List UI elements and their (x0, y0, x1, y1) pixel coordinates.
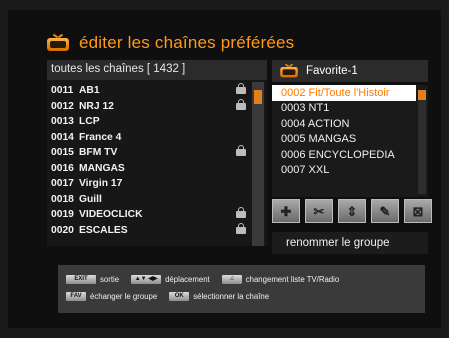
help-text: changement liste TV/Radio (245, 275, 340, 284)
scrollbar-thumb[interactable] (418, 90, 426, 100)
favorite-row[interactable]: 0007 XXL (272, 163, 416, 179)
all-channels-list: 0011 AB1 0012 NRJ 12 0013 LCP 0014 France 4 0015… (49, 83, 250, 238)
channel-number: 0017 (51, 178, 74, 190)
favorite-row-selected[interactable]: 0002 Fit/Toute l'Histoir (272, 85, 416, 101)
channel-name: France 4 (79, 131, 122, 143)
remote-key-icon: EXIT (66, 275, 96, 284)
help-text: échanger le groupe (90, 292, 158, 301)
channel-row[interactable]: 0014 France 4 (49, 130, 250, 146)
channel-name: BFM TV (79, 147, 118, 159)
delete-channel-button[interactable]: ⊠ (404, 199, 432, 223)
lock-icon (236, 98, 246, 110)
help-line-1: EXIT sortie ▲▼ ◀▶ déplacement ♫ changement li… (66, 275, 339, 284)
channel-row[interactable]: 0017 Virgin 17 (49, 176, 250, 192)
channel-number: 0019 (51, 209, 74, 221)
add-channel-icon: ✚ (280, 203, 292, 219)
lock-icon (236, 222, 246, 234)
rename-group-button[interactable]: renommer le groupe (272, 232, 428, 254)
favorites-toolbar: ✚ ✂ ⇕ ✎ ⊠ (272, 196, 432, 226)
remote-key-icon: ▲▼ ◀▶ (131, 275, 162, 284)
channel-number: 0013 (51, 116, 74, 128)
channel-number: 0012 (51, 100, 74, 112)
favorite-row[interactable]: 0005 MANGAS (272, 132, 416, 148)
channel-row[interactable]: 0020 ESCALES (49, 222, 250, 239)
channel-row[interactable]: 0019 VIDEOCLICK (49, 207, 250, 223)
help-text: sélectionner la chaîne (193, 292, 270, 301)
lock-icon (236, 83, 246, 94)
channel-number: 0014 (51, 131, 74, 143)
help-text: sortie (100, 275, 120, 284)
all-channels-header: toutes les chaînes [ 1432 ] (47, 60, 267, 80)
remote-key-icon: FAV (66, 292, 86, 301)
tv-icon (280, 63, 298, 78)
lock-icon (236, 145, 246, 156)
channel-row[interactable]: 0018 Guill (49, 192, 250, 208)
edit-group-button[interactable]: ✎ (371, 199, 399, 223)
channel-name: AB1 (79, 85, 100, 97)
channel-row[interactable]: 0013 LCP (49, 114, 250, 130)
channel-name: VIDEOCLICK (79, 209, 143, 221)
remote-key-icon: OK (169, 292, 190, 301)
remote-key-icon: ♫ (221, 275, 242, 284)
channel-row[interactable]: 0011 AB1 (49, 83, 250, 99)
scrollbar-thumb[interactable] (254, 90, 262, 104)
move-channel-button[interactable]: ⇕ (338, 199, 366, 223)
all-channels-header-label: toutes les chaînes [ 1432 ] (51, 63, 186, 75)
channel-name: MANGAS (79, 162, 125, 174)
cut-channel-button[interactable]: ✂ (305, 199, 333, 223)
cut-channel-icon: ✂ (313, 203, 325, 219)
channel-number: 0016 (51, 162, 74, 174)
favorites-group-name: Favorite-1 (306, 65, 358, 77)
page-title: éditer les chaînes préférées (79, 33, 295, 52)
channel-name: Guill (79, 193, 102, 205)
all-channels-scrollbar[interactable] (252, 82, 264, 246)
favorites-list: 0002 Fit/Toute l'Histoir 0003 NT1 0004 ACT… (272, 85, 428, 197)
channel-row[interactable]: 0015 BFM TV (49, 145, 250, 161)
favorites-scrollbar[interactable] (418, 90, 426, 194)
favorite-row[interactable]: 0004 ACTION (272, 116, 416, 132)
tv-icon (47, 33, 69, 51)
channel-row[interactable]: 0016 MANGAS (49, 161, 250, 177)
move-channel-icon: ⇕ (346, 203, 358, 219)
all-channels-panel: toutes les chaînes [ 1432 ] 0011 AB1 0012 N… (47, 60, 267, 246)
lock-icon (236, 207, 246, 218)
favorite-row[interactable]: 0006 ENCYCLOPEDIA (272, 147, 416, 163)
channel-name: LCP (79, 116, 100, 128)
edit-group-icon: ✎ (379, 203, 391, 219)
help-bar: EXIT sortie ▲▼ ◀▶ déplacement ♫ changement li… (58, 265, 425, 313)
help-line-2: FAV échanger le groupe OK sélectionner la c… (66, 292, 269, 301)
page-header: éditer les chaînes préférées (47, 30, 294, 56)
channel-number: 0018 (51, 193, 74, 205)
channel-name: ESCALES (79, 224, 128, 236)
channel-number: 0015 (51, 147, 74, 159)
channel-row[interactable]: 0012 NRJ 12 (49, 98, 250, 115)
channel-number: 0011 (51, 85, 74, 97)
channel-name: Virgin 17 (79, 178, 123, 190)
delete-channel-icon: ⊠ (412, 203, 424, 219)
favorites-header: Favorite-1 (272, 60, 428, 82)
favorite-row[interactable]: 0003 NT1 (272, 101, 416, 117)
channel-name: NRJ 12 (79, 100, 114, 112)
add-channel-button[interactable]: ✚ (272, 199, 300, 223)
channel-number: 0020 (51, 224, 74, 236)
help-text: déplacement (165, 275, 210, 284)
